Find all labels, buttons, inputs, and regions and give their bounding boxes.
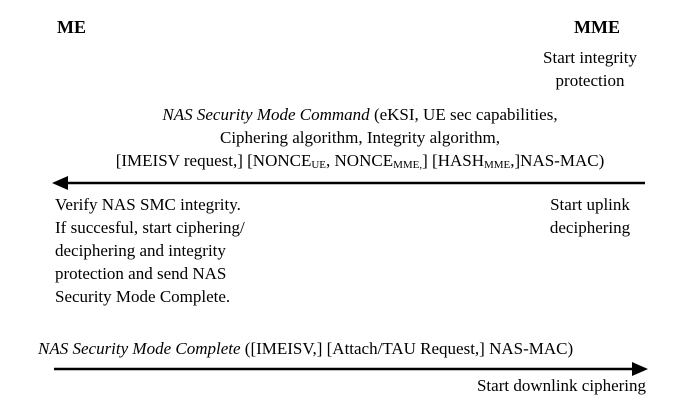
smc-command-arrowhead: [52, 176, 68, 190]
mme-uplink-line2: deciphering: [549, 218, 631, 237]
mme-downlink-ciphering-note: Start downlink ciphering: [476, 376, 646, 395]
smc-complete-name: NAS Security Mode Complete: [38, 339, 241, 358]
smc-command-arrow: [52, 176, 645, 190]
me-action-line: protection and send NAS: [55, 264, 227, 283]
smc-complete-params: ([IMEISV,] [Attach/TAU Request,] NAS-MAC…: [240, 339, 574, 358]
me-action-line: deciphering and integrity: [55, 241, 226, 260]
smc-complete-message-label: NAS Security Mode Complete ([IMEISV,] [A…: [38, 337, 573, 360]
me-action-line: Security Mode Complete.: [55, 287, 231, 306]
mme-uplink-line1: Start uplink: [550, 195, 630, 214]
me-action-line: Verify NAS SMC integrity.: [55, 195, 241, 214]
mme-uplink-deciphering-note: Start uplink deciphering: [530, 193, 650, 239]
me-action-line: If succesful, start ciphering/: [55, 218, 245, 237]
me-verify-actions: Verify NAS SMC integrity. If succesful, …: [55, 193, 315, 308]
